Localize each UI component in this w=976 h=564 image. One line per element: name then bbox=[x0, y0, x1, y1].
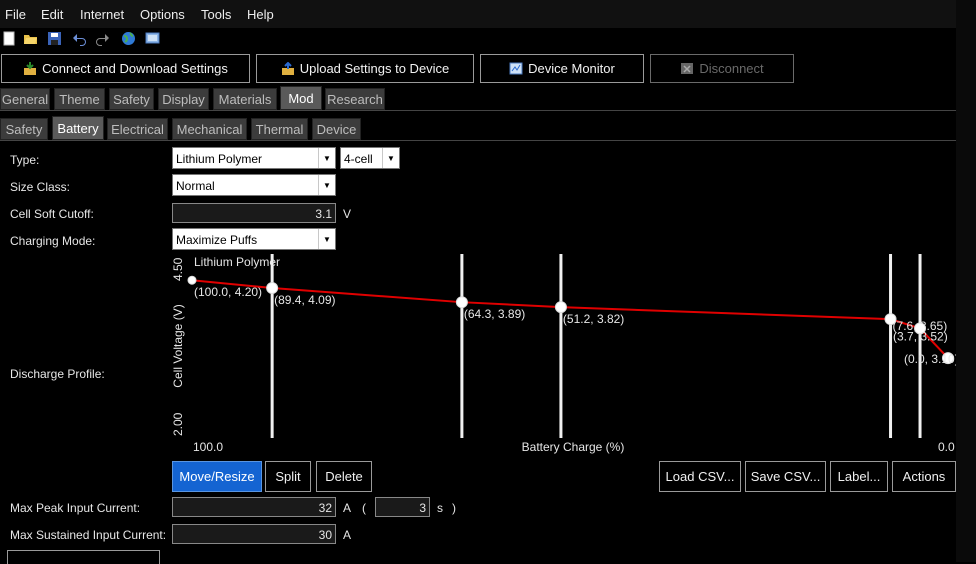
cutoff-input[interactable]: 3.1 bbox=[172, 203, 336, 223]
data-point[interactable] bbox=[554, 301, 567, 314]
cutoff-unit: V bbox=[343, 207, 352, 221]
subtab-battery[interactable]: Battery bbox=[52, 116, 104, 140]
disconnect-label: Disconnect bbox=[699, 61, 764, 76]
tab-mod[interactable]: Mod bbox=[280, 86, 322, 110]
subtab-electrical[interactable]: Electrical bbox=[107, 118, 168, 140]
menu-internet[interactable]: Internet bbox=[80, 7, 124, 22]
load-csv-button[interactable]: Load CSV... bbox=[659, 461, 741, 492]
data-point[interactable] bbox=[455, 296, 468, 309]
data-label: (51.2, 3.82) bbox=[563, 312, 624, 326]
connect-download-label: Connect and Download Settings bbox=[42, 61, 228, 76]
y-tick-label: 4.50 bbox=[171, 257, 185, 281]
tab-materials[interactable]: Materials bbox=[213, 88, 277, 110]
undo-icon[interactable] bbox=[72, 31, 87, 46]
tab-display[interactable]: Display bbox=[158, 88, 209, 110]
menu-help[interactable]: Help bbox=[247, 7, 274, 22]
globe-icon[interactable] bbox=[121, 31, 136, 46]
series-line bbox=[191, 279, 949, 359]
data-point[interactable] bbox=[942, 352, 954, 365]
tab-general[interactable]: General bbox=[0, 88, 50, 110]
cutoff-label: Cell Soft Cutoff: bbox=[10, 207, 94, 221]
max-sustained-current-unit: A bbox=[343, 528, 352, 542]
max-peak-current-label: Max Peak Input Current: bbox=[10, 501, 141, 515]
data-label: (100.0, 4.20) bbox=[194, 285, 262, 299]
peak-time-input[interactable]: 3 bbox=[375, 497, 430, 517]
max-sustained-current-label: Max Sustained Input Current: bbox=[10, 528, 167, 542]
paren-close: ) bbox=[452, 501, 456, 515]
connect-download-button[interactable]: Connect and Download Settings bbox=[1, 54, 250, 83]
device-monitor-button[interactable]: Device Monitor bbox=[480, 54, 644, 83]
device-monitor-icon bbox=[509, 62, 523, 75]
move-resize-button[interactable]: Move/Resize bbox=[172, 461, 262, 492]
max-peak-current-input[interactable]: 32 bbox=[172, 497, 336, 517]
y-axis-label: Cell Voltage (V) bbox=[171, 304, 185, 387]
delete-button[interactable]: Delete bbox=[316, 461, 372, 492]
menu-options[interactable]: Options bbox=[140, 7, 185, 22]
upload-icon bbox=[281, 62, 294, 75]
menu-file[interactable]: File bbox=[5, 7, 26, 22]
split-button[interactable]: Split bbox=[265, 461, 311, 492]
disconnect-icon bbox=[681, 63, 694, 74]
data-point[interactable] bbox=[187, 275, 197, 285]
charging-mode-value: Maximize Puffs bbox=[176, 233, 258, 247]
cells-select-value: 4-cell bbox=[344, 152, 373, 166]
device-monitor-label: Device Monitor bbox=[528, 61, 615, 76]
chevron-down-icon: ▼ bbox=[318, 229, 335, 249]
y-tick-label: 2.00 bbox=[171, 412, 185, 436]
x-tick-label: 0.0 bbox=[938, 440, 955, 454]
tab-research[interactable]: Research bbox=[325, 88, 385, 110]
label-button[interactable]: Label... bbox=[830, 461, 888, 492]
toolbar bbox=[0, 28, 956, 50]
type-label: Type: bbox=[10, 153, 40, 167]
menu-tools[interactable]: Tools bbox=[201, 7, 231, 22]
charging-mode-label: Charging Mode: bbox=[10, 234, 96, 248]
upload-settings-label: Upload Settings to Device bbox=[299, 61, 450, 76]
cells-select[interactable]: 4-cell ▼ bbox=[340, 147, 400, 169]
actions-button[interactable]: Actions bbox=[892, 461, 956, 492]
charging-mode-select[interactable]: Maximize Puffs ▼ bbox=[172, 228, 336, 250]
save-csv-button[interactable]: Save CSV... bbox=[745, 461, 826, 492]
subtab-thermal[interactable]: Thermal bbox=[251, 118, 308, 140]
subtab-safety[interactable]: Safety bbox=[0, 118, 48, 140]
size-class-label: Size Class: bbox=[10, 180, 71, 194]
chevron-down-icon: ▼ bbox=[382, 148, 399, 168]
chevron-down-icon: ▼ bbox=[318, 148, 335, 168]
max-peak-current-unit: A bbox=[343, 501, 352, 515]
data-label: (64.3, 3.89) bbox=[464, 307, 525, 321]
tab-theme[interactable]: Theme bbox=[54, 88, 105, 110]
max-sustained-current-input[interactable]: 30 bbox=[172, 524, 336, 544]
open-folder-icon[interactable] bbox=[23, 31, 38, 46]
peak-time-unit: s bbox=[437, 501, 443, 515]
menu-edit[interactable]: Edit bbox=[41, 7, 63, 22]
subtab-mechanical[interactable]: Mechanical bbox=[172, 118, 247, 140]
tab-safety[interactable]: Safety bbox=[109, 88, 154, 110]
size-class-select[interactable]: Normal ▼ bbox=[172, 174, 336, 196]
upload-settings-button[interactable]: Upload Settings to Device bbox=[256, 54, 474, 83]
main-tabs-divider bbox=[0, 110, 956, 111]
x-axis-label: Battery Charge (%) bbox=[522, 440, 625, 454]
menu-bar: File Edit Internet Options Tools Help bbox=[0, 0, 956, 28]
desktop-edge bbox=[956, 0, 976, 562]
disconnect-button[interactable]: Disconnect bbox=[650, 54, 794, 83]
subtab-device[interactable]: Device bbox=[312, 118, 361, 140]
data-point[interactable] bbox=[914, 322, 927, 335]
data-label: (89.4, 4.09) bbox=[274, 293, 335, 307]
type-select-value: Lithium Polymer bbox=[176, 152, 263, 166]
save-icon[interactable] bbox=[47, 31, 62, 46]
size-class-value: Normal bbox=[176, 179, 215, 193]
new-file-icon[interactable] bbox=[2, 31, 17, 46]
discharge-profile-label: Discharge Profile: bbox=[10, 367, 105, 381]
paren-open: ( bbox=[362, 501, 366, 515]
sub-tabs-divider bbox=[0, 140, 956, 141]
data-point[interactable] bbox=[884, 313, 897, 326]
type-select[interactable]: Lithium Polymer ▼ bbox=[172, 147, 336, 169]
redo-icon[interactable] bbox=[95, 31, 110, 46]
data-point[interactable] bbox=[266, 282, 279, 295]
chevron-down-icon: ▼ bbox=[318, 175, 335, 195]
chart-title: Lithium Polymer bbox=[194, 255, 280, 269]
download-icon bbox=[24, 62, 37, 75]
x-tick-label: 100.0 bbox=[193, 440, 223, 454]
monitor-icon[interactable] bbox=[145, 31, 160, 46]
